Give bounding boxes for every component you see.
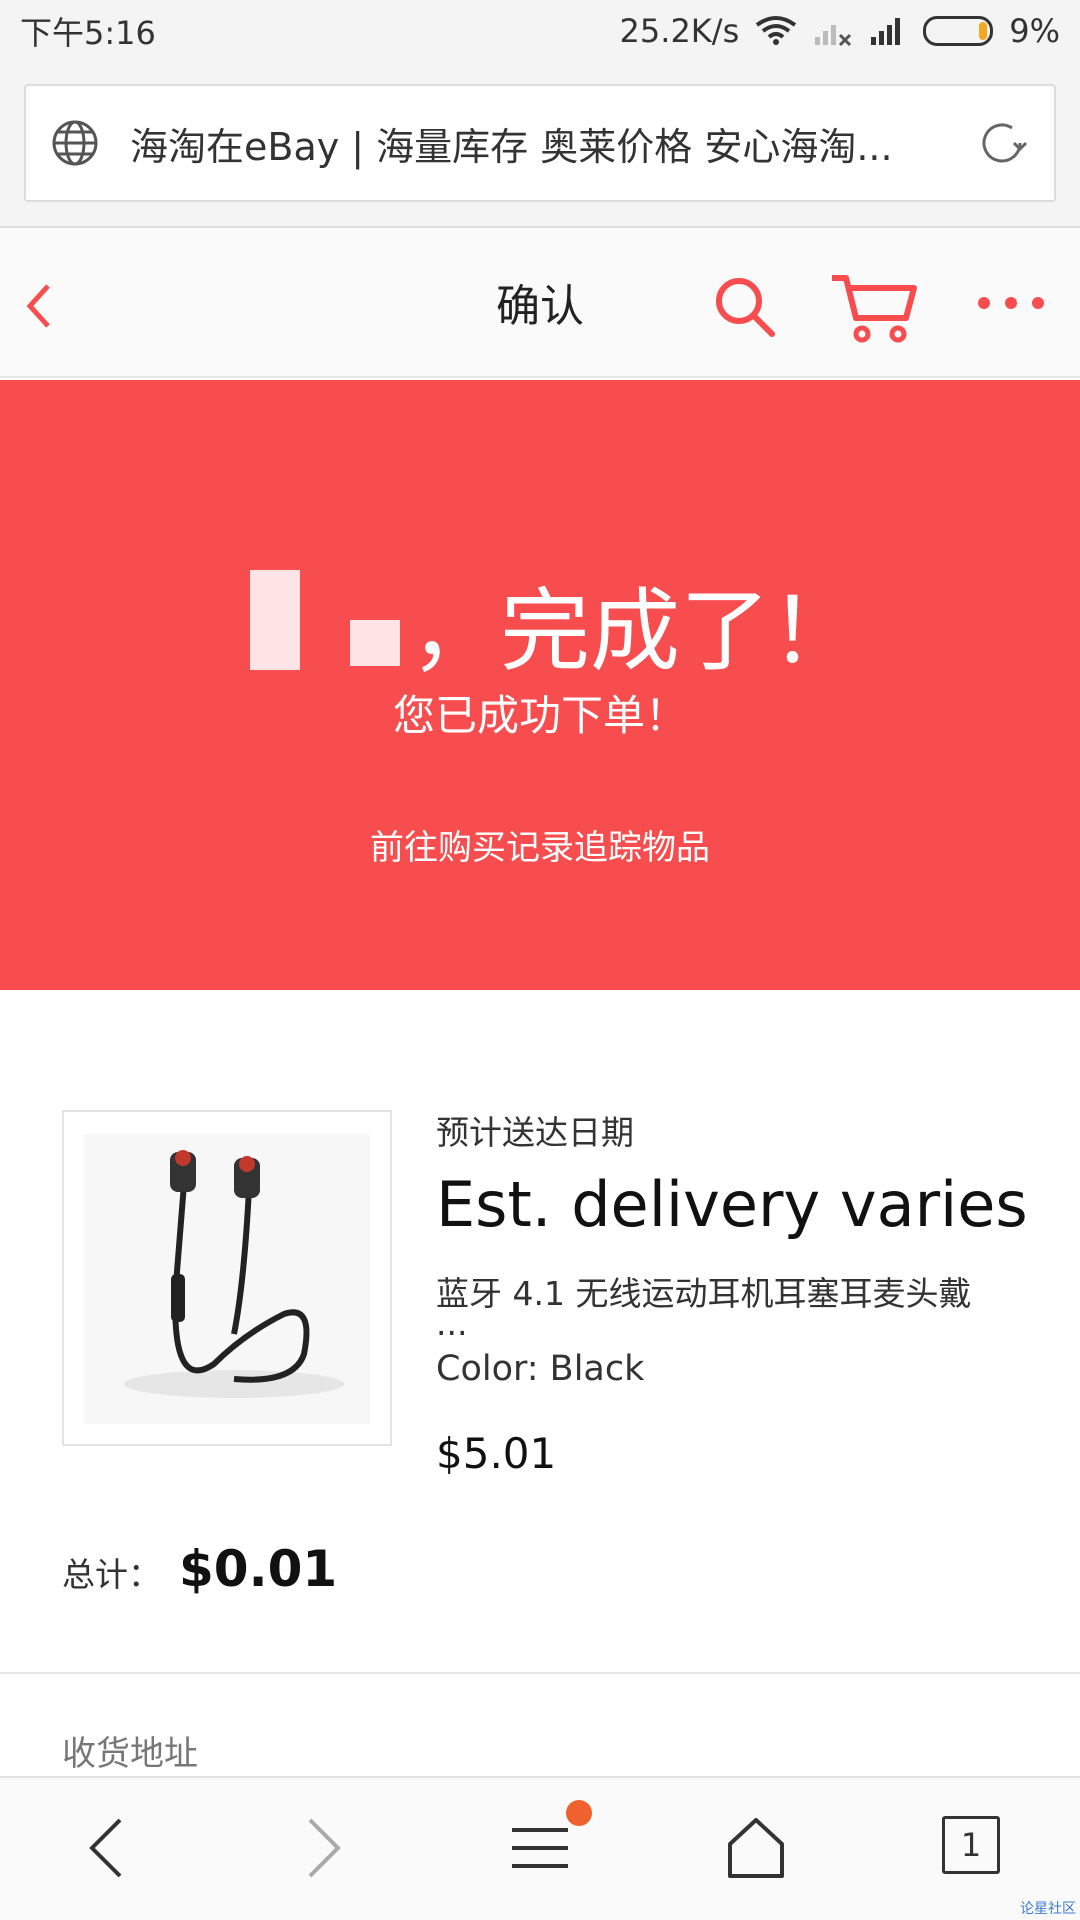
- browser-forward-icon[interactable]: [304, 1816, 344, 1880]
- more-options-icon[interactable]: [976, 288, 1046, 318]
- delivery-label: 预计送达日期: [436, 1113, 634, 1152]
- browser-bottom-toolbar: 1 论星社区: [0, 1776, 1080, 1920]
- delivery-estimate: Est. delivery varies: [436, 1168, 1028, 1241]
- success-headline: ，完成了！: [410, 579, 860, 684]
- signal-off-icon: [815, 25, 852, 47]
- watermark: 论星社区: [1020, 1901, 1076, 1917]
- shipping-address-heading: 收货地址: [62, 1734, 198, 1774]
- success-subtitle: 您已成功下单！: [392, 691, 687, 740]
- section-divider: [0, 1672, 1080, 1674]
- cart-icon[interactable]: [828, 272, 920, 344]
- app-header: 确认: [0, 228, 1080, 378]
- total-label: 总计：: [62, 1555, 161, 1594]
- page-url-title: 海淘在eBay | 海量库存 奥莱价格 安心海淘...: [130, 124, 893, 169]
- earphones-image: [124, 1150, 344, 1398]
- product-image[interactable]: [62, 1110, 392, 1446]
- browser-back-icon[interactable]: [86, 1816, 126, 1880]
- status-bar: 下午5:16 25.2K/s 9%: [0, 0, 1080, 62]
- signal-icon: [871, 18, 901, 45]
- home-icon[interactable]: [726, 1816, 786, 1880]
- reload-icon[interactable]: [974, 115, 1030, 171]
- total-value: $0.01: [179, 1540, 338, 1598]
- item-price: $5.01: [436, 1429, 557, 1478]
- globe-icon: [52, 120, 98, 166]
- search-icon[interactable]: [712, 274, 778, 340]
- address-bar[interactable]: 海淘在eBay | 海量库存 奥莱价格 安心海淘...: [24, 84, 1056, 202]
- battery-icon: [923, 16, 994, 46]
- status-time: 下午5:16: [20, 14, 156, 52]
- item-color: Color: Black: [436, 1349, 645, 1389]
- network-speed: 25.2K/s: [619, 12, 740, 50]
- order-item-details: 预计送达日期 Est. delivery varies 蓝牙 4.1 无线运动耳…: [436, 1106, 1056, 1478]
- notification-dot: [566, 1800, 592, 1826]
- battery-percent: 9%: [1009, 12, 1060, 50]
- order-total: 总计： $0.01: [62, 1540, 337, 1598]
- tabs-button[interactable]: 1: [942, 1816, 1000, 1874]
- track-orders-link[interactable]: 前往购买记录追踪物品: [0, 820, 1080, 869]
- status-indicators: 25.2K/s 9%: [620, 12, 1060, 50]
- wifi-icon: [756, 16, 797, 45]
- item-title[interactable]: 蓝牙 4.1 无线运动耳机耳塞耳麦头戴: [436, 1267, 1056, 1315]
- menu-icon[interactable]: [510, 1816, 570, 1880]
- browser-toolbar: 海淘在eBay | 海量库存 奥莱价格 安心海淘...: [0, 62, 1080, 228]
- order-success-banner: ，完成了！ 您已成功下单！ 前往购买记录追踪物品: [0, 380, 1080, 990]
